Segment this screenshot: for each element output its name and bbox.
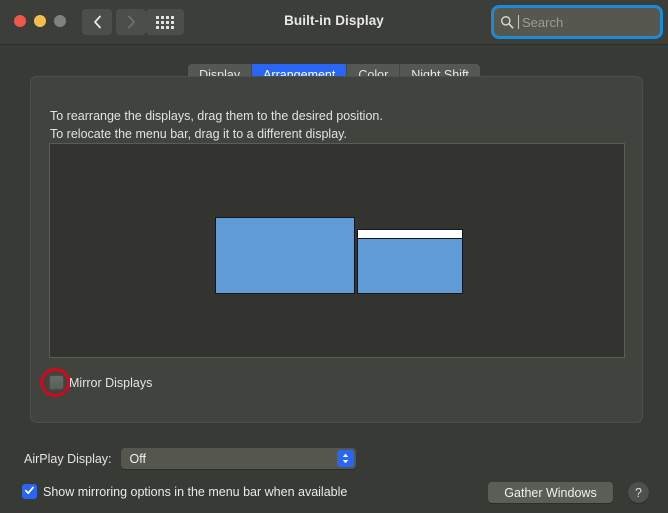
instructions-text: To rearrange the displays, drag them to … bbox=[50, 107, 383, 143]
window-titlebar: Built-in Display Search bbox=[0, 0, 668, 45]
instruction-line-2: To relocate the menu bar, drag it to a d… bbox=[50, 127, 347, 141]
display-arrangement-canvas[interactable] bbox=[49, 143, 625, 358]
show-mirroring-options-row[interactable]: Show mirroring options in the menu bar w… bbox=[22, 484, 347, 499]
instruction-line-1: To rearrange the displays, drag them to … bbox=[50, 109, 383, 123]
secondary-display-tile[interactable] bbox=[357, 229, 463, 294]
airplay-display-select[interactable]: Off bbox=[120, 448, 356, 469]
show-mirroring-options-checkbox[interactable] bbox=[22, 484, 37, 499]
checkmark-icon bbox=[24, 483, 35, 501]
airplay-display-label: AirPlay Display: bbox=[24, 451, 112, 466]
search-icon bbox=[500, 15, 514, 29]
mirror-displays-checkbox[interactable] bbox=[49, 375, 64, 390]
search-placeholder-text: Search bbox=[522, 14, 564, 30]
mirror-displays-label: Mirror Displays bbox=[69, 375, 153, 390]
system-preferences-window: Built-in Display Search Display Arrangem… bbox=[0, 0, 668, 513]
airplay-display-row: AirPlay Display: Off bbox=[24, 448, 356, 469]
airplay-display-value: Off bbox=[129, 451, 146, 466]
primary-display-tile[interactable] bbox=[215, 217, 355, 294]
search-field[interactable]: Search bbox=[494, 8, 660, 36]
mirror-displays-row[interactable]: Mirror Displays bbox=[49, 375, 152, 390]
menu-bar-strip[interactable] bbox=[358, 230, 462, 239]
chevron-up-down-icon[interactable] bbox=[336, 450, 354, 467]
show-mirroring-options-label: Show mirroring options in the menu bar w… bbox=[43, 484, 348, 499]
gather-windows-button[interactable]: Gather Windows bbox=[488, 482, 613, 503]
text-cursor bbox=[518, 15, 519, 29]
help-button[interactable]: ? bbox=[628, 482, 649, 503]
arrangement-panel: To rearrange the displays, drag them to … bbox=[30, 76, 643, 423]
